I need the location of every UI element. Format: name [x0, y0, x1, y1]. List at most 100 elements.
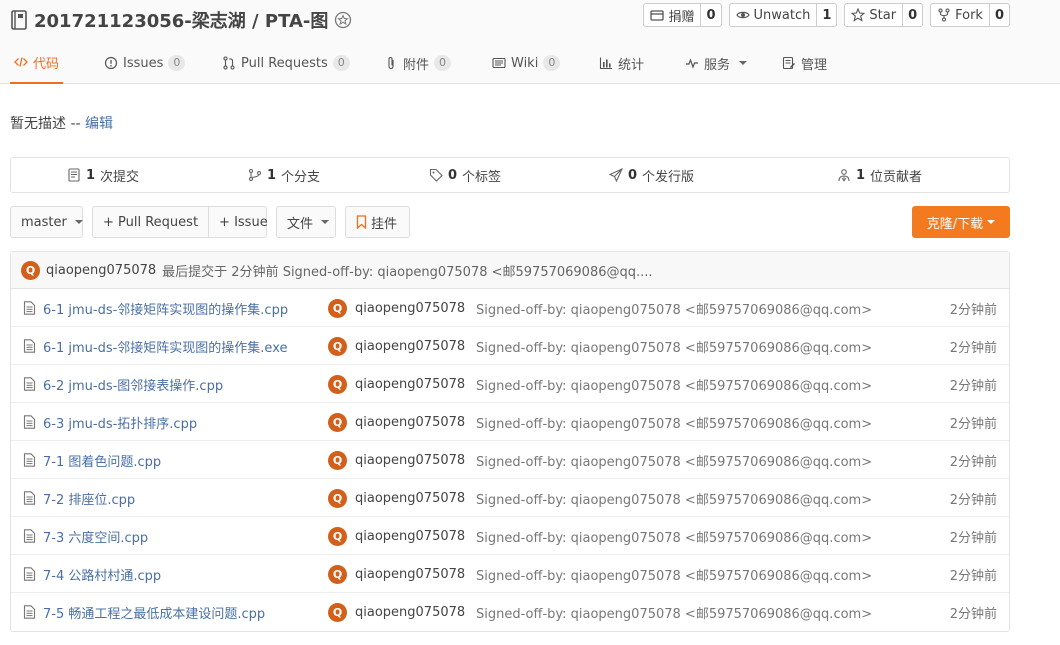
widget-label: 挂件	[371, 216, 398, 232]
file-commit-author[interactable]: qiaopeng075078	[355, 339, 465, 354]
tab-pull-requests-count: 0	[332, 55, 350, 71]
stat-branches-label: 个分支	[281, 169, 321, 185]
avatar[interactable]: Q	[328, 450, 347, 470]
avatar[interactable]: Q	[328, 336, 347, 356]
clone-download-button[interactable]: 克隆/下载	[912, 206, 1010, 238]
repo-name[interactable]: 201721123056-梁志湖 / PTA-图	[34, 7, 328, 33]
tab-pull-requests-label: Pull Requests	[241, 55, 328, 71]
fork-count: 0	[994, 7, 1004, 23]
stat-releases-count: 0	[628, 167, 638, 183]
file-row: 7-5 畅通工程之最低成本建设问题.cpp Q qiaopeng075078 S…	[11, 593, 1009, 631]
paperclip-icon	[388, 56, 394, 70]
file-commit-author[interactable]: qiaopeng075078	[355, 605, 465, 620]
code-icon	[14, 57, 28, 67]
file-commit-author[interactable]: qiaopeng075078	[355, 415, 465, 430]
avatar[interactable]: Q	[328, 412, 347, 432]
file-name-link[interactable]: 7-4 公路村村通.cpp	[43, 565, 161, 584]
file-icon	[23, 567, 36, 581]
file-commit-message[interactable]: Signed-off-by: qiaopeng075078 <邮59757069…	[476, 299, 872, 318]
file-name-link[interactable]: 6-1 jmu-ds-邻接矩阵实现图的操作集.cpp	[43, 299, 288, 318]
repo-icon	[11, 10, 27, 30]
file-row: 7-2 排座位.cpp Q qiaopeng075078 Signed-off-…	[11, 479, 1009, 517]
file-name-link[interactable]: 7-2 排座位.cpp	[43, 489, 135, 508]
commit-icon	[68, 168, 80, 182]
file-commit-message[interactable]: Signed-off-by: qiaopeng075078 <邮59757069…	[476, 489, 872, 508]
repo-description: 暂无描述 -- 编辑	[10, 113, 113, 133]
tab-stats-label: 统计	[618, 57, 645, 73]
unwatch-count: 1	[822, 7, 832, 23]
file-name-link[interactable]: 7-5 畅通工程之最低成本建设问题.cpp	[43, 603, 265, 622]
file-commit-author[interactable]: qiaopeng075078	[355, 529, 465, 544]
avatar[interactable]: Q	[21, 260, 40, 280]
file-commit-author[interactable]: qiaopeng075078	[355, 491, 465, 506]
branch-select[interactable]: master	[10, 206, 83, 238]
file-commit-time: 2分钟前	[949, 416, 997, 432]
avatar[interactable]: Q	[328, 298, 347, 318]
file-commit-author[interactable]: qiaopeng075078	[355, 453, 465, 468]
new-pull-request-button[interactable]: + Pull Request	[93, 207, 208, 237]
stat-branches[interactable]: 1 个分支	[248, 158, 320, 192]
tab-stats[interactable]: 统计	[599, 42, 644, 84]
file-commit-message[interactable]: Signed-off-by: qiaopeng075078 <邮59757069…	[476, 337, 872, 356]
donate-icon	[650, 10, 665, 21]
stat-tags[interactable]: 0 个标签	[429, 158, 501, 192]
avatar[interactable]: Q	[328, 564, 347, 584]
tab-issues-label: Issues	[123, 55, 164, 71]
stat-commits[interactable]: 1 次提交	[67, 158, 139, 192]
stat-releases[interactable]: 0 个发行版	[609, 158, 694, 192]
repo-header: 201721123056-梁志湖 / PTA-图 捐赠 0 Unwatch 1 …	[0, 0, 1060, 84]
tab-code-label: 代码	[33, 56, 60, 72]
file-name-link[interactable]: 7-3 六度空间.cpp	[43, 527, 148, 546]
tab-attachments[interactable]: 附件 0	[384, 42, 452, 84]
avatar[interactable]: Q	[328, 488, 347, 508]
file-name-link[interactable]: 6-2 jmu-ds-图邻接表操作.cpp	[43, 375, 223, 394]
file-commit-time: 2分钟前	[949, 302, 997, 318]
stat-commits-count: 1	[86, 167, 96, 183]
stat-tags-count: 0	[448, 167, 458, 183]
stat-contributors[interactable]: 1 位贡献者	[837, 158, 922, 192]
manage-icon	[782, 56, 795, 70]
last-commit-message[interactable]: 最后提交于 2分钟前 Signed-off-by: qiaopeng075078…	[162, 261, 652, 280]
file-commit-message[interactable]: Signed-off-by: qiaopeng075078 <邮59757069…	[476, 565, 872, 584]
file-commit-time: 2分钟前	[949, 340, 997, 356]
file-icon	[23, 415, 36, 429]
file-commit-time: 2分钟前	[949, 568, 997, 584]
avatar[interactable]: Q	[328, 374, 347, 394]
last-commit-author[interactable]: qiaopeng075078	[46, 263, 156, 278]
file-name-link[interactable]: 7-1 图着色问题.cpp	[43, 451, 161, 470]
avatar[interactable]: Q	[328, 526, 347, 546]
file-list: Q qiaopeng075078 最后提交于 2分钟前 Signed-off-b…	[10, 251, 1010, 632]
file-commit-author[interactable]: qiaopeng075078	[355, 567, 465, 582]
tab-manage[interactable]: 管理	[782, 42, 827, 84]
file-commit-message[interactable]: Signed-off-by: qiaopeng075078 <邮59757069…	[476, 527, 872, 546]
file-name-link[interactable]: 6-1 jmu-ds-邻接矩阵实现图的操作集.exe	[43, 337, 287, 356]
files-menu-button[interactable]: 文件	[276, 206, 336, 238]
file-name-link[interactable]: 6-3 jmu-ds-拓扑排序.cpp	[43, 413, 197, 432]
donate-button[interactable]: 捐赠 0	[643, 3, 722, 27]
fork-button[interactable]: Fork 0	[930, 3, 1010, 27]
file-commit-message[interactable]: Signed-off-by: qiaopeng075078 <邮59757069…	[476, 413, 872, 432]
tab-services[interactable]: 服务	[685, 42, 748, 84]
eye-icon	[735, 11, 750, 19]
tab-code[interactable]: 代码	[10, 42, 64, 84]
unwatch-button[interactable]: Unwatch 1	[728, 3, 838, 27]
star-button[interactable]: Star 0	[844, 3, 924, 27]
edit-description-link[interactable]: 编辑	[85, 116, 113, 132]
file-icon	[23, 529, 36, 543]
file-row: 7-4 公路村村通.cpp Q qiaopeng075078 Signed-of…	[11, 555, 1009, 593]
file-row: 7-1 图着色问题.cpp Q qiaopeng075078 Signed-of…	[11, 441, 1009, 479]
tab-issues[interactable]: Issues 0	[104, 42, 186, 84]
file-commit-message[interactable]: Signed-off-by: qiaopeng075078 <邮59757069…	[476, 375, 872, 394]
widget-button[interactable]: 挂件	[345, 206, 410, 238]
new-issue-button[interactable]: + Issue	[208, 207, 278, 237]
file-commit-message[interactable]: Signed-off-by: qiaopeng075078 <邮59757069…	[476, 451, 872, 470]
file-commit-author[interactable]: qiaopeng075078	[355, 377, 465, 392]
file-commit-message[interactable]: Signed-off-by: qiaopeng075078 <邮59757069…	[476, 603, 872, 622]
tab-wiki[interactable]: Wiki 0	[492, 42, 561, 84]
tab-pull-requests[interactable]: Pull Requests 0	[222, 42, 350, 84]
file-row: 6-1 jmu-ds-邻接矩阵实现图的操作集.exe Q qiaopeng075…	[11, 327, 1009, 365]
file-icon	[23, 377, 36, 391]
file-commit-author[interactable]: qiaopeng075078	[355, 301, 465, 316]
file-row: 7-3 六度空间.cpp Q qiaopeng075078 Signed-off…	[11, 517, 1009, 555]
avatar[interactable]: Q	[328, 602, 347, 622]
